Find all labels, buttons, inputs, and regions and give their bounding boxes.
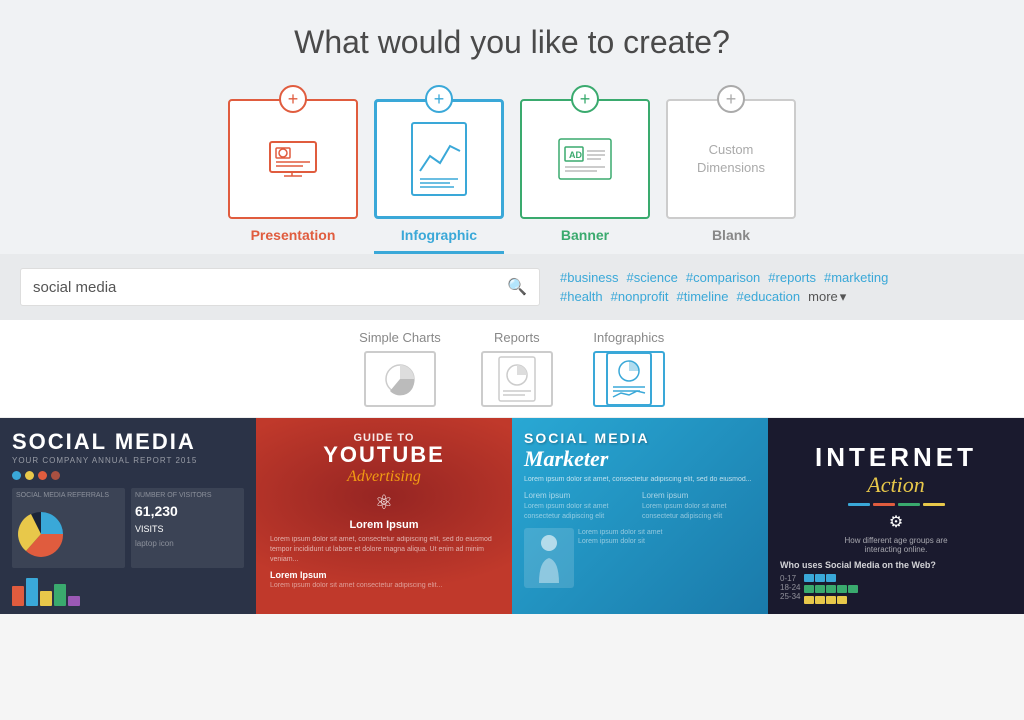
search-box[interactable]: 🔍 <box>20 268 540 306</box>
plus-icon-presentation: + <box>279 85 307 113</box>
simple-charts-icon <box>380 361 420 397</box>
tag-comparison[interactable]: #comparison <box>686 270 760 285</box>
result-card-social-media[interactable]: SOCIAL MEDIA YOUR COMPANY ANNUAL REPORT … <box>0 418 256 614</box>
plus-icon-infographic: + <box>425 85 453 113</box>
infographics-filter-icon <box>605 351 653 407</box>
card-box-infographic <box>374 99 504 219</box>
card-box-banner: AD <box>520 99 650 219</box>
tag-nonprofit[interactable]: #nonprofit <box>611 289 669 304</box>
marketer-col-2: Lorem ipsum <box>642 491 756 500</box>
tag-education[interactable]: #education <box>737 289 801 304</box>
tag-reports[interactable]: #reports <box>768 270 816 285</box>
lorem-ipsum-footer: Lorem Ipsum <box>270 570 498 580</box>
template-label-banner: Banner <box>561 227 609 243</box>
tag-health[interactable]: #health <box>560 289 603 304</box>
search-icon[interactable]: 🔍 <box>507 277 527 297</box>
search-section: 🔍 #business #science #comparison #report… <box>0 254 1024 320</box>
template-card-presentation[interactable]: + Presentation <box>228 85 358 254</box>
template-label-blank: Blank <box>712 227 750 243</box>
result-card-marketer[interactable]: SOCIAL MEDIA Marketer Lorem ipsum dolor … <box>512 418 768 614</box>
result-card-youtube[interactable]: GUIDE TO YOUTUBE Advertising ⚛ Lorem Ips… <box>256 418 512 614</box>
result-subtitle-youtube: Advertising <box>270 468 498 486</box>
filter-thumb-reports <box>481 351 553 407</box>
card-box-presentation <box>228 99 358 219</box>
lorem-ipsum-body: Lorem ipsum dolor sit amet, consectetur … <box>270 535 498 564</box>
atom-icon: ⚛ <box>270 490 498 515</box>
tag-marketing[interactable]: #marketing <box>824 270 888 285</box>
lorem-small: Lorem ipsum dolor sit amet consectetur a… <box>270 582 498 589</box>
tag-business[interactable]: #business <box>560 270 619 285</box>
marketer-col-1: Lorem ipsum <box>524 491 638 500</box>
result-subtitle-marketer: Marketer <box>524 446 756 472</box>
results-section: SOCIAL MEDIA YOUR COMPANY ANNUAL REPORT … <box>0 418 1024 614</box>
search-input[interactable] <box>33 279 507 296</box>
svg-text:AD: AD <box>569 150 582 160</box>
gear-icon: ⚙ <box>780 512 1012 532</box>
result-subtitle-social-media: YOUR COMPANY ANNUAL REPORT 2015 <box>12 456 244 465</box>
page-title: What would you like to create? <box>0 24 1024 61</box>
marketer-lorem: Lorem ipsum dolor sit amet, consectetur … <box>524 476 756 483</box>
template-card-blank[interactable]: + CustomDimensions Blank <box>666 85 796 254</box>
active-indicator <box>374 251 504 254</box>
tags-row-1: #business #science #comparison #reports … <box>560 270 1004 285</box>
filter-label-infographics: Infographics <box>593 330 664 345</box>
result-title-internet: INTERNET <box>780 442 1012 473</box>
card-box-blank: CustomDimensions <box>666 99 796 219</box>
result-title-youtube: YOUTUBE <box>270 444 498 466</box>
tag-science[interactable]: #science <box>627 270 678 285</box>
tags-row-2: #health #nonprofit #timeline #education … <box>560 289 1004 305</box>
filter-section: Simple Charts Reports Infographics <box>0 320 1024 418</box>
template-label-infographic: Infographic <box>401 227 477 243</box>
template-card-banner[interactable]: + AD Banner <box>520 85 650 254</box>
age-ranges: 0-17 18-24 25-34 <box>780 574 800 604</box>
result-subtitle-internet: Action <box>780 473 1012 497</box>
infographic-icon <box>410 121 468 197</box>
tags-area: #business #science #comparison #reports … <box>560 270 1004 305</box>
person-icon <box>534 533 564 583</box>
filter-simple-charts[interactable]: Simple Charts <box>359 330 441 407</box>
reports-icon <box>495 355 539 403</box>
plus-icon-banner: + <box>571 85 599 113</box>
presentation-icon <box>268 140 318 178</box>
result-card-internet[interactable]: INTERNET Action ⚙ How different age grou… <box>768 418 1024 614</box>
plus-icon-blank: + <box>717 85 745 113</box>
who-uses-heading: Who uses Social Media on the Web? <box>780 560 1012 570</box>
result-title-social-media: SOCIAL MEDIA <box>12 430 244 454</box>
template-label-presentation: Presentation <box>251 227 336 243</box>
filter-thumb-simple-charts <box>364 351 436 407</box>
filter-thumb-infographics <box>593 351 665 407</box>
filter-infographics[interactable]: Infographics <box>593 330 665 407</box>
top-section: What would you like to create? + <box>0 0 1024 254</box>
custom-dimensions-text: CustomDimensions <box>697 141 765 177</box>
filter-reports[interactable]: Reports <box>481 330 553 407</box>
template-card-infographic[interactable]: + Infographic <box>374 85 504 254</box>
filter-label-simple-charts: Simple Charts <box>359 330 441 345</box>
template-types-row: + Presentation + <box>0 85 1024 254</box>
filter-label-reports: Reports <box>494 330 540 345</box>
marketer-lorem-extra: Lorem ipsum dolor sit ametLorem ipsum do… <box>578 528 756 546</box>
tag-timeline[interactable]: #timeline <box>676 289 728 304</box>
banner-icon: AD <box>557 137 613 181</box>
result-title-marketer: SOCIAL MEDIA <box>524 430 756 446</box>
internet-tagline: How different age groups areinteracting … <box>780 536 1012 554</box>
lorem-ipsum-heading: Lorem Ipsum <box>270 519 498 531</box>
more-tags-button[interactable]: more ▾ <box>808 289 846 305</box>
marketer-text-1: Lorem ipsum dolor sit amet consectetur a… <box>524 502 638 522</box>
marketer-text-2: Lorem ipsum dolor sit amet consectetur a… <box>642 502 756 522</box>
